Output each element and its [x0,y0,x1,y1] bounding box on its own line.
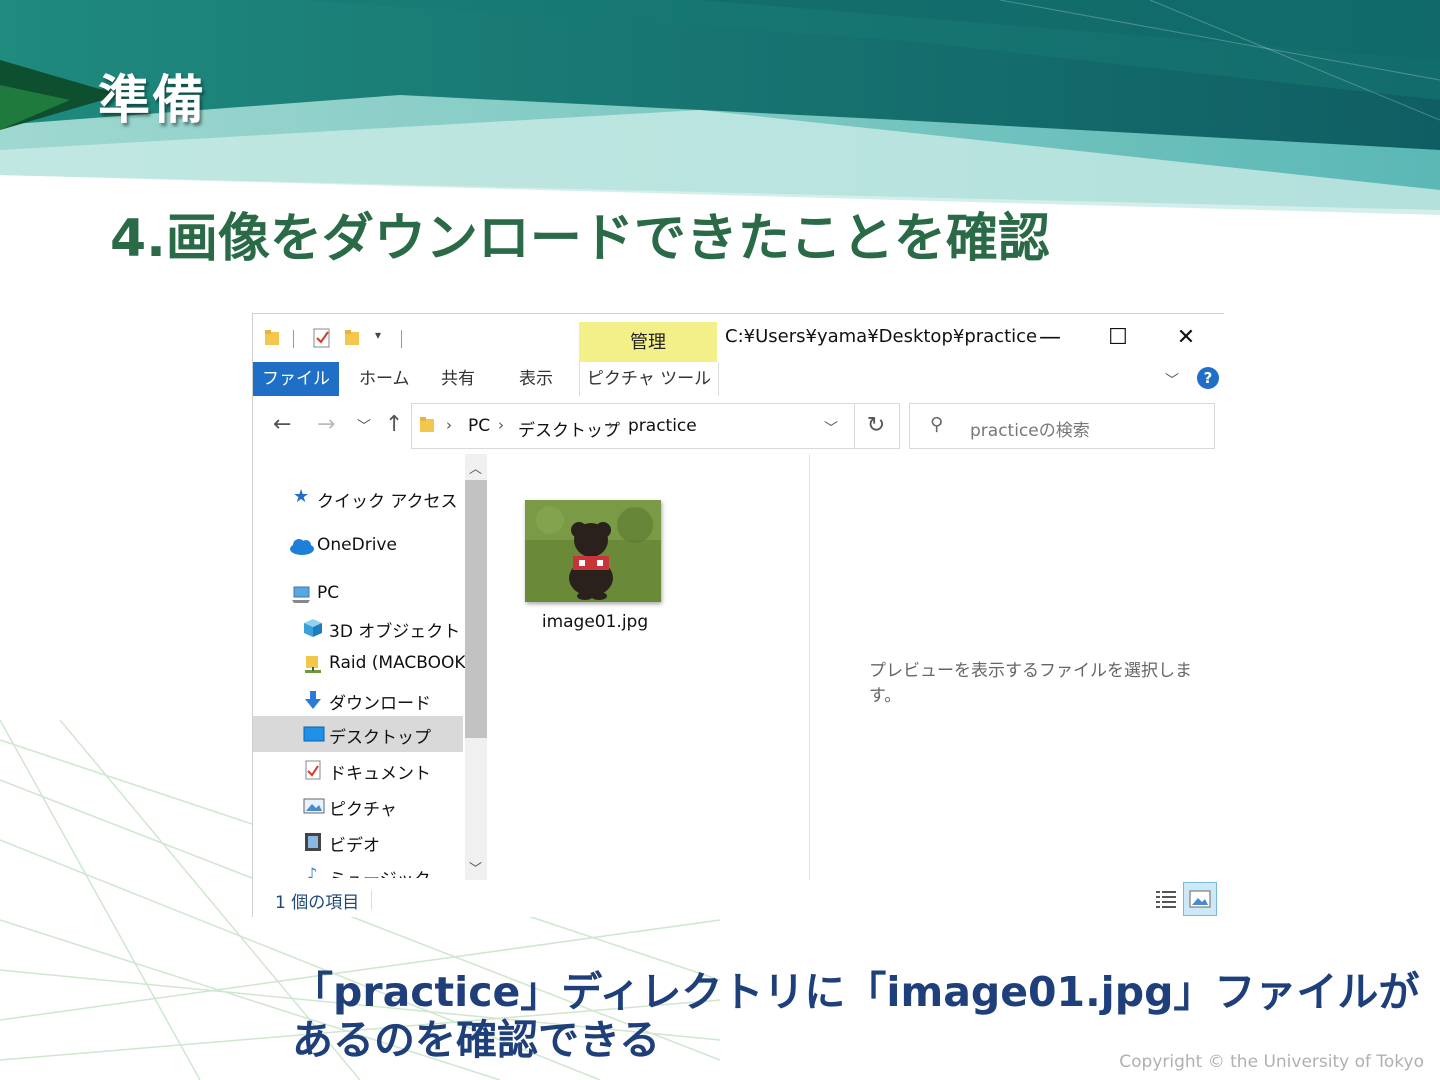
help-icon[interactable]: ? [1197,367,1219,389]
tab-share[interactable]: 共有 [441,362,475,396]
breadcrumb-separator-icon: › [446,416,452,434]
search-box[interactable]: ⚲ practiceの検索 [909,403,1215,449]
properties-icon[interactable] [313,328,331,348]
caption-line-2: あるのを確認できる [292,1016,661,1064]
recent-locations-chevron-icon[interactable]: ﹀ [357,416,371,436]
nav-item-label: クイック アクセス [317,492,458,512]
video-icon [305,833,321,851]
expand-ribbon-chevron-icon[interactable]: ﹀ [1165,370,1179,390]
nav-item-label: PC [317,583,340,603]
item-count: 1 個の項目 [275,893,360,913]
back-arrow-icon[interactable]: ← [273,412,291,437]
folder-icon [420,417,434,432]
toolbar-separator [293,330,294,348]
toolbar-separator [401,330,402,348]
copyright-text: Copyright © the University of Tokyo [1119,1052,1424,1072]
up-arrow-icon[interactable]: ↑ [385,412,403,437]
nav-item-quick-access[interactable]: ★ クイック アクセス [253,480,463,516]
caption-line-1: 「practice」ディレクトリに「image01.jpg」ファイルが [292,968,1420,1016]
preview-pane-divider[interactable] [809,454,810,880]
nav-item-label: デスクトップ [329,728,431,748]
folder-icon[interactable] [265,330,279,346]
nav-item-label: ミュージック [329,865,431,878]
network-drive-icon [305,656,321,673]
customize-toolbar-dropdown[interactable]: ▾ [375,328,381,342]
cloud-icon [290,539,314,555]
nav-item-desktop[interactable]: デスクトップ [253,716,463,752]
slide-caption: 「practice」ディレクトリに「image01.jpg」ファイルが あるのを… [292,968,1420,1064]
navigation-bar: ← → ﹀ ↑ › PC › デスクトップ › practice ﹀ ↻ ⚲ p… [253,400,1224,450]
document-icon [305,760,321,780]
scroll-thumb[interactable] [465,480,487,738]
details-view-icon[interactable] [1153,886,1179,912]
nav-item-label: Raid (MACBOOK [329,653,466,673]
nav-item-label: ピクチャ [329,800,397,820]
breadcrumb-separator-icon: › [498,416,504,434]
music-icon: ♪ [307,864,318,878]
nav-item-music[interactable]: ♪ ミュージック [253,858,463,878]
nav-item-label: ドキュメント [329,764,431,784]
navigation-scrollbar[interactable]: ︿ ﹀ [465,454,487,880]
header-banner [0,0,1440,215]
nav-item-downloads[interactable]: ダウンロード [253,682,463,718]
ribbon-tabs: ファイル ホーム 共有 表示 ピクチャ ツール [253,362,1224,396]
new-folder-icon[interactable] [345,330,359,346]
status-bar: 1 個の項目 [253,882,1224,918]
forward-arrow-icon[interactable]: → [317,412,335,437]
minimize-button[interactable]: — [1027,324,1073,352]
large-icons-view-button[interactable] [1183,882,1217,916]
tab-picture-tools[interactable]: ピクチャ ツール [579,362,719,396]
breadcrumb-separator-icon: › [608,416,614,434]
breadcrumb-pc[interactable]: PC [468,416,490,436]
tab-file[interactable]: ファイル [253,362,339,396]
file-explorer-window: ▾ 管理 C:¥Users¥yama¥Desktop¥practice — ☐ … [252,313,1224,917]
nav-item-label: OneDrive [317,535,397,555]
step-title: 4.画像をダウンロードできたことを確認 [110,209,1050,269]
nav-item-raid[interactable]: Raid (MACBOOK [253,646,483,682]
nav-item-documents[interactable]: ドキュメント [253,752,463,788]
nav-item-onedrive[interactable]: OneDrive [253,528,463,564]
computer-icon [292,586,310,603]
address-dropdown-chevron-icon[interactable]: ﹀ [824,418,838,438]
file-name[interactable]: image01.jpg [515,612,675,632]
status-separator [371,890,372,910]
tab-view[interactable]: 表示 [519,362,553,396]
tab-manage[interactable]: 管理 [579,322,717,362]
nav-item-label: ダウンロード [329,694,431,714]
large-icons-view-icon [1189,890,1211,908]
breadcrumb-practice[interactable]: practice [628,416,697,436]
pictures-icon [303,798,325,814]
search-placeholder: practiceの検索 [970,421,1090,441]
desktop-icon [303,726,325,742]
nav-item-label: ビデオ [329,836,380,856]
search-icon: ⚲ [930,414,944,435]
star-icon: ★ [293,486,310,507]
close-button[interactable]: ✕ [1163,324,1209,352]
download-icon [305,691,321,709]
file-list-area: image01.jpg [493,452,809,878]
navigation-pane: ★ クイック アクセス OneDrive PC 3D オブジェクト Raid (… [253,452,485,878]
maximize-button[interactable]: ☐ [1095,324,1141,352]
window-title-path: C:¥Users¥yama¥Desktop¥practice [725,326,1038,347]
file-item[interactable] [517,492,673,632]
refresh-button[interactable]: ↻ [853,403,900,449]
address-bar[interactable]: › PC › デスクトップ › practice ﹀ [411,403,855,449]
nav-item-pc[interactable]: PC [253,576,463,612]
preview-pane-message: プレビューを表示するファイルを選択します。 [869,661,1192,706]
nav-item-3d-objects[interactable]: 3D オブジェクト [253,610,463,646]
scroll-down-arrow-icon[interactable]: ﹀ [469,858,482,877]
nav-item-pictures[interactable]: ピクチャ [253,788,463,824]
slide-heading: 準備 [98,71,207,131]
scroll-up-arrow-icon[interactable]: ︿ [469,458,482,477]
nav-item-label: 3D オブジェクト [329,622,461,642]
tab-home[interactable]: ホーム [359,362,410,396]
breadcrumb-desktop[interactable]: デスクトップ [518,416,620,441]
cube-icon [304,619,322,637]
nav-item-videos[interactable]: ビデオ [253,824,463,860]
image-thumbnail [525,500,661,602]
